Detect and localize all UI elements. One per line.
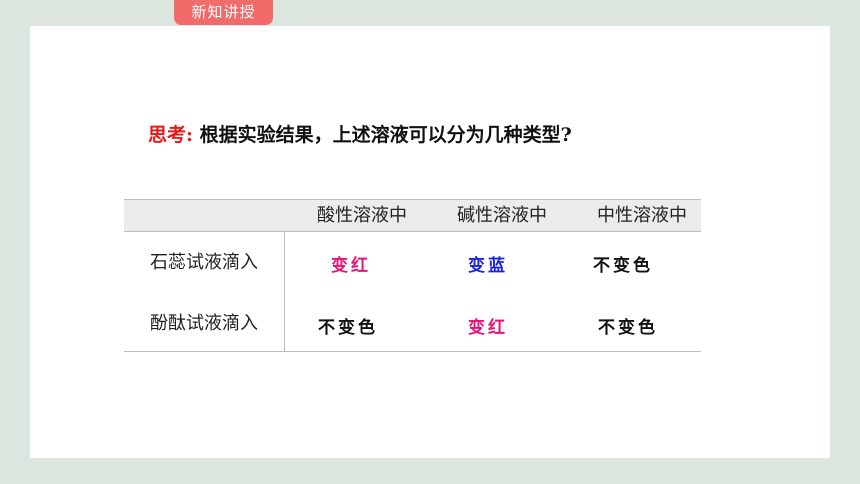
column-header-base: 碱性溶液中 xyxy=(457,205,547,226)
cell-phenolphthalein-neutral: 不变色 xyxy=(598,318,658,338)
question-body: 根据实验结果，上述溶液可以分为几种类型? xyxy=(199,124,572,146)
table-divider-bottom xyxy=(124,351,701,352)
slide-card: 思考: 根据实验结果，上述溶液可以分为几种类型? 酸性溶液中 碱性溶液中 中性溶… xyxy=(30,26,830,458)
column-header-neutral: 中性溶液中 xyxy=(597,205,687,226)
row-label-phenolphthalein: 酚酞试液滴入 xyxy=(150,313,258,334)
cell-litmus-neutral: 不变色 xyxy=(593,256,653,276)
cell-phenolphthalein-base: 变红 xyxy=(468,318,508,338)
table-divider-vertical xyxy=(284,231,285,352)
row-label-litmus: 石蕊试液滴入 xyxy=(150,252,258,273)
question-text: 思考: 根据实验结果，上述溶液可以分为几种类型? xyxy=(148,120,572,147)
cell-phenolphthalein-acid: 不变色 xyxy=(318,318,378,338)
cell-litmus-base: 变蓝 xyxy=(468,256,508,276)
column-header-acid: 酸性溶液中 xyxy=(317,205,407,226)
cell-litmus-acid: 变红 xyxy=(331,256,371,276)
section-tag: 新知讲授 xyxy=(174,0,273,25)
question-lead: 思考: xyxy=(148,124,194,146)
